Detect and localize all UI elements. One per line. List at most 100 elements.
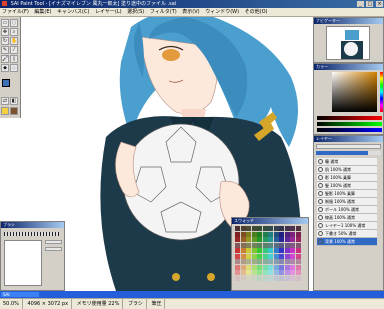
swatch-cell[interactable]: [240, 237, 246, 242]
swatch-cell[interactable]: [290, 226, 295, 231]
swatch-cell[interactable]: [279, 226, 284, 231]
color-mode-buttons[interactable]: [317, 73, 329, 103]
swatch-cell[interactable]: [257, 237, 262, 242]
menu-filter[interactable]: フィルタ(T): [148, 8, 179, 16]
swatch-cell[interactable]: [246, 237, 251, 242]
swatch-cell[interactable]: [284, 248, 290, 253]
swatch-cell[interactable]: [262, 248, 268, 253]
visibility-eye-icon[interactable]: [318, 223, 323, 228]
visibility-eye-icon[interactable]: [318, 191, 323, 196]
swatch-cell[interactable]: [295, 242, 301, 248]
swatch-cell[interactable]: [262, 264, 268, 270]
swatch-cell[interactable]: [273, 231, 279, 237]
swatch-cell[interactable]: [251, 226, 257, 231]
lasso-tool-icon[interactable]: ◌: [10, 19, 18, 27]
swatch-cell[interactable]: [246, 231, 251, 237]
swatch-cell[interactable]: [279, 270, 284, 275]
swatch-cell[interactable]: [268, 231, 273, 237]
transparency-toggle-icon[interactable]: [1, 107, 9, 115]
brush-density-field[interactable]: [45, 247, 62, 251]
swatch-cell[interactable]: [295, 237, 301, 242]
swatch-cell[interactable]: [235, 270, 240, 275]
swatch-cell[interactable]: [246, 248, 251, 253]
swatch-cell[interactable]: [273, 226, 279, 231]
pen-tool-icon[interactable]: ✎: [1, 46, 9, 54]
swatch-cell[interactable]: [257, 248, 262, 253]
menu-file[interactable]: ファイル(F): [0, 8, 31, 16]
layer-row[interactable]: 肌 100% 通常: [317, 166, 377, 174]
swatch-cell[interactable]: [235, 259, 240, 264]
menu-select[interactable]: 選択(S): [125, 8, 146, 16]
swatch-cell[interactable]: [240, 264, 246, 270]
blend-mode-select[interactable]: [316, 144, 381, 149]
swatch-cell[interactable]: [262, 237, 268, 242]
swatch-cell[interactable]: [279, 242, 284, 248]
swatch-cell[interactable]: [246, 275, 251, 281]
swatch-cell[interactable]: [284, 231, 290, 237]
swatch-cell[interactable]: [279, 237, 284, 242]
swatch-cell[interactable]: [246, 242, 251, 248]
swatch-cell[interactable]: [284, 242, 290, 248]
brush-tool-icon[interactable]: 🖌: [1, 55, 9, 63]
swatch-cell[interactable]: [284, 264, 290, 270]
move-tool-icon[interactable]: ✥: [1, 28, 9, 36]
swatch-cell[interactable]: [290, 253, 295, 259]
swatch-cell[interactable]: [262, 242, 268, 248]
swatch-cell[interactable]: [251, 231, 257, 237]
swatch-cell[interactable]: [262, 231, 268, 237]
swatch-cell[interactable]: [268, 237, 273, 242]
zoom-tool-icon[interactable]: ⌕: [10, 28, 18, 36]
layer-row[interactable]: ボール 100% 通常: [317, 206, 377, 214]
swatch-cell[interactable]: [295, 275, 301, 281]
swatch-cell[interactable]: [240, 253, 246, 259]
swatch-cell[interactable]: [246, 259, 251, 264]
airbrush-tool-icon[interactable]: ∴: [10, 64, 18, 72]
menu-layer[interactable]: レイヤー(L): [93, 8, 124, 16]
swatch-cell[interactable]: [268, 248, 273, 253]
layer-row-selected[interactable]: 背景 100% 通常: [317, 238, 377, 246]
swatch-cell[interactable]: [262, 226, 268, 231]
swatch-cell[interactable]: [273, 264, 279, 270]
swatch-cell[interactable]: [284, 275, 290, 281]
visibility-eye-icon[interactable]: [318, 231, 323, 236]
swatch-cell[interactable]: [240, 248, 246, 253]
visibility-eye-icon[interactable]: [318, 207, 323, 212]
menu-edit[interactable]: 編集(E): [32, 8, 53, 16]
swatch-cell[interactable]: [279, 259, 284, 264]
swatch-cell[interactable]: [279, 275, 284, 281]
swatch-cell[interactable]: [273, 253, 279, 259]
swatch-cell[interactable]: [257, 242, 262, 248]
swatch-cell[interactable]: [290, 270, 295, 275]
swatch-cell[interactable]: [284, 226, 290, 231]
swatch-cell[interactable]: [257, 264, 262, 270]
visibility-eye-icon[interactable]: [318, 167, 323, 172]
swatch-cell[interactable]: [273, 275, 279, 281]
hue-slider[interactable]: [380, 72, 383, 112]
swatch-cell[interactable]: [262, 253, 268, 259]
brush-size-field[interactable]: [45, 240, 62, 244]
swatch-cell[interactable]: [295, 264, 301, 270]
rotate-tool-icon[interactable]: ↻: [1, 37, 9, 45]
swatch-cell[interactable]: [251, 253, 257, 259]
swatch-cell[interactable]: [284, 270, 290, 275]
swatch-cell[interactable]: [295, 259, 301, 264]
swatch-cell[interactable]: [251, 264, 257, 270]
green-slider[interactable]: [317, 122, 382, 126]
swatch-cell[interactable]: [290, 242, 295, 248]
visibility-eye-icon[interactable]: [318, 183, 323, 188]
swatch-cell[interactable]: [295, 226, 301, 231]
swatch-cell[interactable]: [295, 270, 301, 275]
swatch-cell[interactable]: [268, 275, 273, 281]
swatch-cell[interactable]: [235, 248, 240, 253]
menu-canvas[interactable]: キャンバス(C): [55, 8, 91, 16]
brush-size-list[interactable]: [4, 240, 42, 286]
navigator-preview[interactable]: [326, 26, 370, 60]
swatch-cell[interactable]: [295, 231, 301, 237]
visibility-eye-icon[interactable]: [318, 239, 323, 244]
foreground-color-swatch[interactable]: [2, 79, 10, 87]
swatch-cell[interactable]: [290, 237, 295, 242]
swatch-cell[interactable]: [273, 270, 279, 275]
swatch-cell[interactable]: [262, 259, 268, 264]
swatch-cell[interactable]: [240, 259, 246, 264]
swatch-cell[interactable]: [246, 253, 251, 259]
